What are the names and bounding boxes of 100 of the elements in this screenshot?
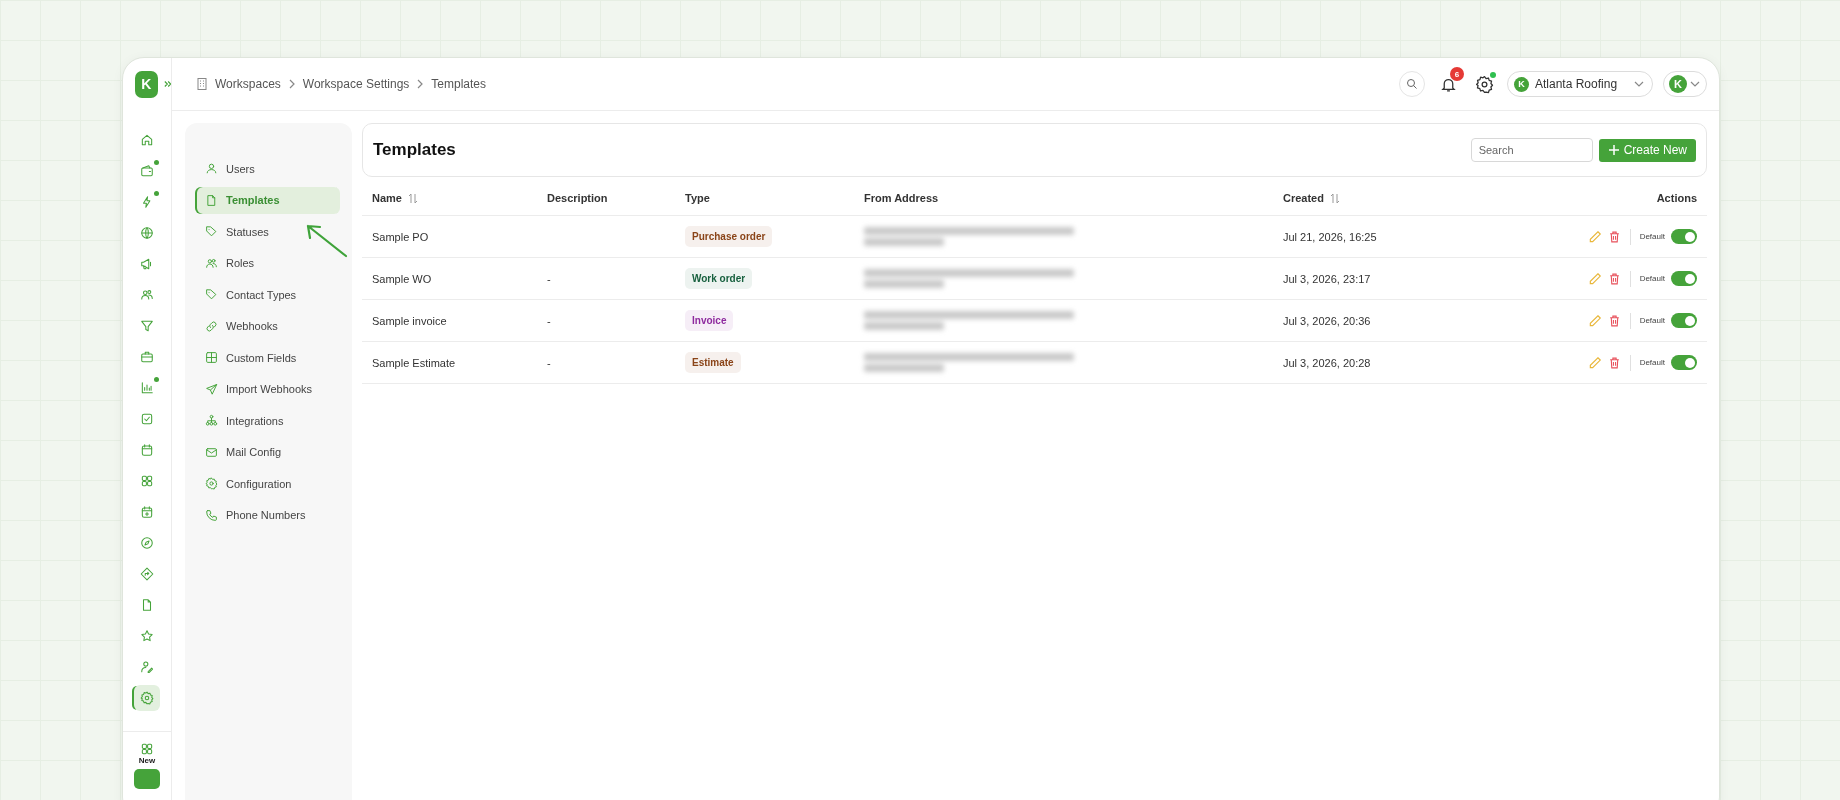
calendar-plus-icon <box>140 505 154 519</box>
breadcrumb-link[interactable]: Workspaces <box>215 77 281 91</box>
edit-button[interactable] <box>1587 313 1602 328</box>
compass-icon <box>140 536 154 550</box>
settings-menu-item[interactable]: Phone Numbers <box>195 501 340 529</box>
double-chevron-icon[interactable] <box>163 80 171 88</box>
breadcrumb-link[interactable]: Templates <box>431 77 486 91</box>
people-icon <box>140 288 154 302</box>
chevron-down-icon <box>1690 81 1700 87</box>
trash-icon <box>1607 229 1621 244</box>
table-cell: Jul 3, 2026, 20:28 <box>1283 356 1371 369</box>
delete-button[interactable] <box>1607 355 1621 370</box>
settings-menu-item[interactable]: Webhooks <box>195 312 340 340</box>
pencil-icon <box>1587 355 1602 370</box>
table-cell: Sample PO <box>372 230 429 243</box>
search-button[interactable] <box>1399 71 1425 97</box>
filter-icon <box>140 319 154 333</box>
trash-icon <box>1607 313 1621 328</box>
mail-icon <box>205 445 218 459</box>
table-icon <box>205 351 218 365</box>
column-header: Actions <box>1656 192 1697 204</box>
tag-icon <box>205 288 218 302</box>
type-tag: Invoice <box>685 310 734 331</box>
calendar-icon <box>140 443 154 457</box>
pencil-icon <box>1587 313 1602 328</box>
type-tag: Purchase order <box>685 226 773 247</box>
settings-menu-item[interactable]: Users <box>195 155 340 183</box>
delete-button[interactable] <box>1607 313 1621 328</box>
delete-button[interactable] <box>1607 229 1621 244</box>
settings-icon <box>205 477 218 491</box>
column-header: Type <box>685 192 710 204</box>
settings-icon <box>140 691 154 705</box>
type-tag: Work order <box>685 268 753 289</box>
default-label: Default <box>1639 316 1665 325</box>
settings-menu-item[interactable]: Mail Config <box>195 438 340 466</box>
table-cell: - <box>547 272 551 285</box>
sort-icon[interactable] <box>407 192 418 204</box>
sort-icon[interactable] <box>1329 192 1340 204</box>
default-toggle[interactable] <box>1671 355 1697 370</box>
people-icon <box>205 256 218 270</box>
settings-menu-item[interactable]: Statuses <box>195 218 340 246</box>
building-icon <box>197 78 207 90</box>
default-toggle[interactable] <box>1671 313 1697 328</box>
nav-button[interactable] <box>134 685 160 711</box>
phone-icon <box>205 508 218 522</box>
avatar: K <box>1669 75 1687 93</box>
chevron-right-icon <box>288 79 295 89</box>
notification-count: 6 <box>1450 67 1464 81</box>
type-tag: Estimate <box>685 352 741 373</box>
workspace-select[interactable]: K Atlanta Roofing <box>1507 71 1653 97</box>
grid-icon <box>140 474 154 488</box>
status-dot <box>154 377 159 382</box>
delete-button[interactable] <box>1607 271 1621 286</box>
plus-icon <box>1607 144 1620 156</box>
grid-icon <box>140 742 154 756</box>
breadcrumb-link[interactable]: Workspace Settings <box>302 77 410 91</box>
link-icon <box>205 319 218 333</box>
direction-sign-icon <box>140 567 154 581</box>
table-cell: Jul 3, 2026, 23:17 <box>1283 272 1371 285</box>
column-header[interactable]: Created <box>1283 192 1340 204</box>
trash-icon <box>1607 355 1621 370</box>
settings-menu-item[interactable]: Configuration <box>195 470 340 498</box>
pencil-icon <box>1587 271 1602 286</box>
settings-menu-item[interactable]: Integrations <box>195 407 340 435</box>
settings-menu-item[interactable]: Contact Types <box>195 281 340 309</box>
table-cell: Jul 3, 2026, 20:36 <box>1283 314 1371 327</box>
workspace-logo: K <box>1514 76 1529 92</box>
default-toggle[interactable] <box>1671 271 1697 286</box>
settings-menu-item[interactable]: Import Webhooks <box>195 375 340 403</box>
new-button[interactable]: New <box>138 742 156 765</box>
star-icon <box>140 629 154 643</box>
paper-plane-icon <box>205 382 218 396</box>
hierarchy-icon <box>205 414 218 428</box>
table-cell: Sample WO <box>372 272 432 285</box>
search-field[interactable]: Search <box>1470 138 1593 162</box>
pencil-icon <box>1587 229 1602 244</box>
edit-button[interactable] <box>1587 355 1602 370</box>
megaphone-icon <box>140 257 154 271</box>
globe-icon <box>140 226 154 240</box>
wallet-icon <box>140 164 154 178</box>
table-cell: Jul 21, 2026, 16:25 <box>1283 230 1377 243</box>
column-header[interactable]: Name <box>372 192 418 204</box>
trash-icon <box>1607 271 1621 286</box>
status-dot <box>154 160 159 165</box>
user-pen-icon <box>140 660 154 674</box>
default-toggle[interactable] <box>1671 229 1697 244</box>
table-cell: Sample Estimate <box>372 356 456 369</box>
edit-button[interactable] <box>1587 271 1602 286</box>
settings-menu-item[interactable]: Roles <box>195 249 340 277</box>
home-icon <box>140 133 154 147</box>
table-cell: - <box>547 314 551 327</box>
pointer-arrow <box>304 222 348 258</box>
chevron-down-icon <box>1634 81 1644 87</box>
edit-button[interactable] <box>1587 229 1602 244</box>
tag-icon <box>205 225 218 239</box>
bar-chart-icon <box>140 381 154 395</box>
action-button[interactable] <box>134 769 160 789</box>
document-icon <box>140 598 154 612</box>
settings-menu-item[interactable]: Custom Fields <box>195 344 340 372</box>
column-header: Description <box>547 192 608 204</box>
